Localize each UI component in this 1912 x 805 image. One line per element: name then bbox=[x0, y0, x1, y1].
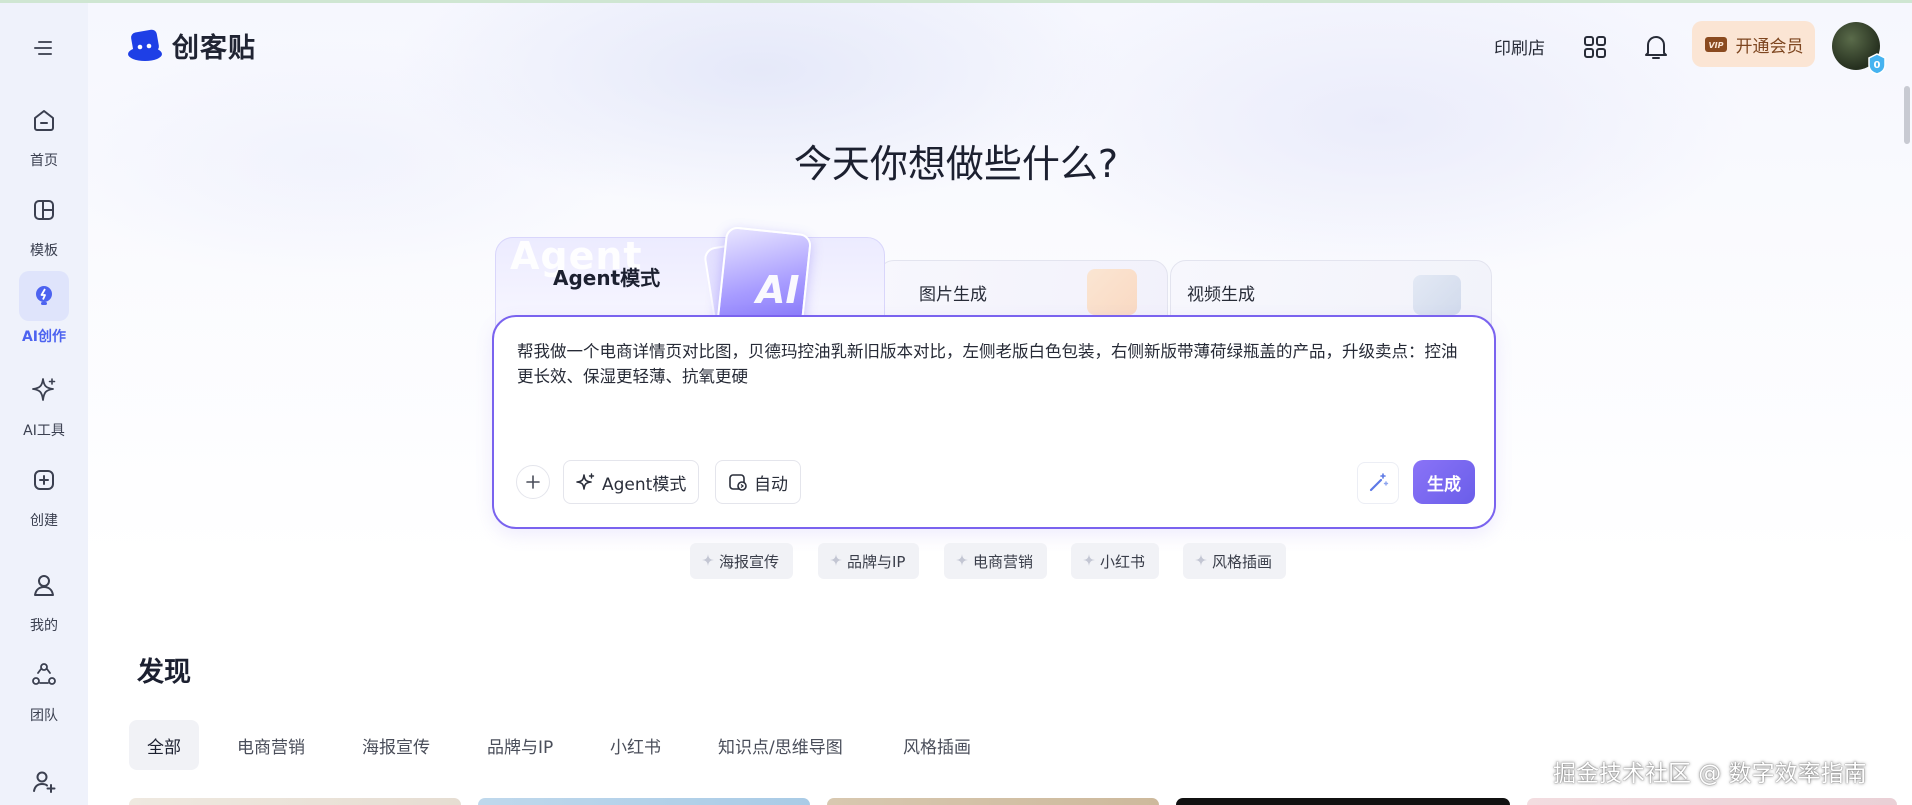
discover-card[interactable] bbox=[129, 798, 461, 805]
agent-mode-label: Agent模式 bbox=[602, 474, 687, 495]
discover-title: 发现 bbox=[137, 657, 191, 688]
auto-icon bbox=[729, 474, 747, 491]
member-badge-icon[interactable]: 0 bbox=[1865, 52, 1889, 76]
chip-label: 风格插画 bbox=[1212, 552, 1273, 571]
print-shop-link[interactable]: 印刷店 bbox=[1494, 34, 1545, 59]
svg-text:VIP: VIP bbox=[1708, 41, 1723, 50]
sidebar-item-create[interactable]: 创建 bbox=[0, 450, 88, 530]
bulb-icon bbox=[19, 271, 69, 321]
quick-chip-illustration[interactable]: 风格插画 bbox=[1183, 543, 1287, 579]
agent-mode-toggle[interactable]: Agent模式 bbox=[563, 460, 700, 504]
sidebar-item-label: 创建 bbox=[30, 513, 58, 529]
ai-badge-text: AI bbox=[756, 268, 800, 312]
prompt-input[interactable]: 帮我做一个电商详情页对比图，贝德玛控油乳新旧版本对比，左侧老版白色包装，右侧新版… bbox=[517, 339, 1467, 389]
brand-logo[interactable]: 创客贴 bbox=[126, 26, 256, 65]
sparkle-icon bbox=[830, 552, 842, 570]
filter-tab-xiaohongshu[interactable]: 小红书 bbox=[610, 720, 661, 770]
grid-icon[interactable] bbox=[1581, 33, 1609, 65]
sidebar-item-add-user[interactable] bbox=[0, 752, 88, 805]
generate-button[interactable]: 生成 bbox=[1413, 460, 1475, 504]
prompt-box: 帮我做一个电商详情页对比图，贝德玛控油乳新旧版本对比，左侧老版白色包装，右侧新版… bbox=[492, 315, 1496, 529]
chip-label: 电商营销 bbox=[973, 552, 1034, 571]
filter-tab-ecommerce[interactable]: 电商营销 bbox=[237, 720, 305, 770]
top-accent-line bbox=[0, 0, 1912, 3]
sidebar: 首页 模板 AI创作 AI工具 创建 我的 团队 bbox=[0, 3, 88, 805]
sidebar-item-ai-create[interactable]: AI创作 bbox=[0, 266, 88, 346]
sidebar-item-label: 模板 bbox=[30, 243, 58, 259]
video-thumbnail-decoration bbox=[1413, 275, 1461, 315]
sidebar-item-team[interactable]: 团队 bbox=[0, 645, 88, 725]
filter-tab-illustration[interactable]: 风格插画 bbox=[903, 720, 971, 770]
team-icon bbox=[19, 650, 69, 700]
vip-button[interactable]: VIP 开通会员 bbox=[1692, 21, 1815, 67]
brand-name: 创客贴 bbox=[172, 33, 256, 64]
plus-square-icon bbox=[19, 455, 69, 505]
auto-label: 自动 bbox=[754, 474, 788, 495]
vip-icon: VIP bbox=[1704, 37, 1727, 52]
filter-tab-mindmap[interactable]: 知识点/思维导图 bbox=[718, 720, 843, 770]
discover-card[interactable] bbox=[478, 798, 810, 805]
sidebar-item-mine[interactable]: 我的 bbox=[0, 555, 88, 635]
add-user-icon bbox=[19, 757, 69, 805]
sidebar-item-ai-tools[interactable]: AI工具 bbox=[0, 360, 88, 440]
chip-label: 小红书 bbox=[1100, 552, 1146, 571]
vip-label: 开通会员 bbox=[1735, 36, 1804, 57]
filter-tab-poster[interactable]: 海报宣传 bbox=[362, 720, 430, 770]
svg-text:0: 0 bbox=[1874, 60, 1881, 71]
discover-card[interactable] bbox=[827, 798, 1159, 805]
image-thumbnail-decoration bbox=[1087, 269, 1137, 315]
sidebar-item-label: 我的 bbox=[30, 618, 58, 634]
tab-label: 图片生成 bbox=[919, 285, 987, 305]
chip-label: 海报宣传 bbox=[719, 552, 780, 571]
filter-tab-brand-ip[interactable]: 品牌与IP bbox=[487, 720, 553, 770]
sidebar-item-label: 团队 bbox=[30, 708, 58, 724]
sparkle-icon bbox=[702, 552, 714, 570]
sidebar-item-label: AI工具 bbox=[23, 423, 65, 439]
filter-tab-all[interactable]: 全部 bbox=[129, 720, 199, 770]
quick-chip-brand-ip[interactable]: 品牌与IP bbox=[818, 543, 920, 579]
tab-label: Agent模式 bbox=[553, 266, 661, 290]
sparkle-icon bbox=[576, 473, 595, 490]
sparkle-icon bbox=[956, 552, 968, 570]
quick-chip-poster[interactable]: 海报宣传 bbox=[690, 543, 794, 579]
sparkle-icon bbox=[1083, 552, 1095, 570]
hero-title: 今天你想做些什么? bbox=[793, 142, 1119, 186]
auto-mode-selector[interactable]: 自动 bbox=[715, 460, 801, 504]
sidebar-item-label: AI创作 bbox=[21, 329, 67, 345]
discover-card[interactable] bbox=[1176, 798, 1510, 805]
user-icon bbox=[19, 560, 69, 610]
magic-wand-button[interactable] bbox=[1357, 462, 1399, 504]
plus-icon bbox=[526, 475, 540, 489]
add-attachment-button[interactable] bbox=[516, 465, 550, 499]
chip-label: 品牌与IP bbox=[847, 552, 906, 571]
bell-icon[interactable] bbox=[1642, 32, 1670, 66]
tab-label: 视频生成 bbox=[1187, 285, 1255, 305]
quick-chip-xiaohongshu[interactable]: 小红书 bbox=[1071, 543, 1160, 579]
logo-mark-icon bbox=[128, 29, 162, 61]
sidebar-item-templates[interactable]: 模板 bbox=[0, 180, 88, 260]
sparkle-icon bbox=[19, 365, 69, 415]
menu-toggle-icon[interactable] bbox=[30, 36, 58, 60]
quick-chip-ecommerce[interactable]: 电商营销 bbox=[944, 543, 1048, 579]
watermark: 掘金技术社区 @ 数字效率指南 bbox=[1553, 761, 1867, 787]
sparkle-icon bbox=[1195, 552, 1207, 570]
discover-card[interactable] bbox=[1527, 798, 1897, 805]
template-icon bbox=[19, 185, 69, 235]
magic-wand-icon bbox=[1369, 473, 1389, 492]
